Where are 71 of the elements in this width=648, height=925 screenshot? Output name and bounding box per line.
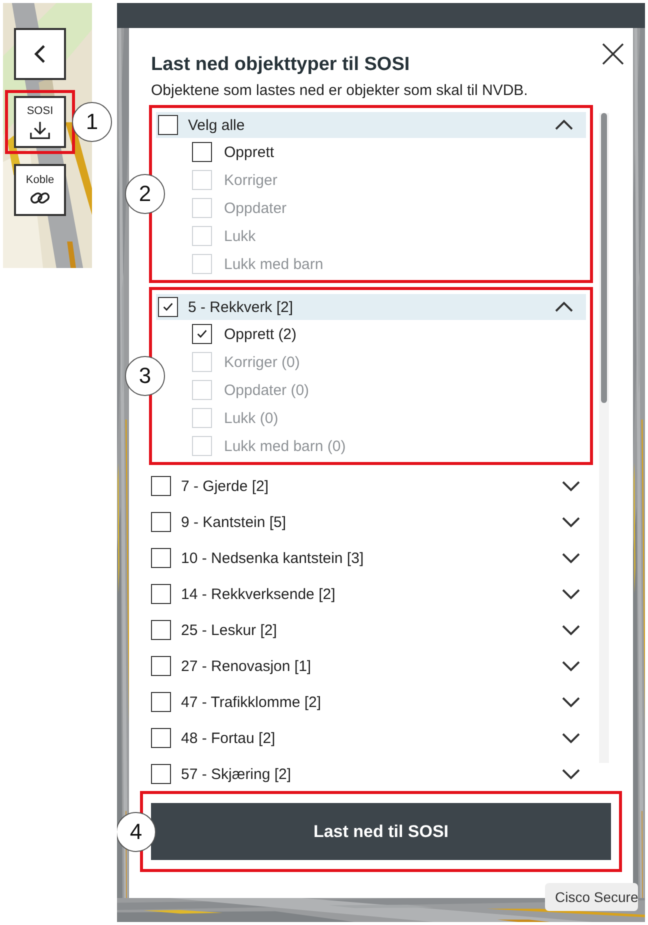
scrollbar[interactable] xyxy=(599,113,609,763)
row-label: 9 - Kantstein [5] xyxy=(181,514,288,530)
option-label: Opprett xyxy=(224,144,274,160)
tooltip: Cisco Secure xyxy=(545,883,638,911)
row-label: 7 - Gjerde [2] xyxy=(181,478,270,494)
option-label: Oppdater (0) xyxy=(224,382,310,398)
row-label: 5 - Rekkverk [2] xyxy=(188,298,294,316)
row-label: 10 - Nedsenka kantstein [3] xyxy=(181,550,365,566)
checkbox[interactable] xyxy=(192,324,212,344)
option-label: Oppdater xyxy=(224,200,287,216)
option-label: Lukk med barn xyxy=(224,256,324,272)
checkbox[interactable] xyxy=(151,476,171,496)
download-icon xyxy=(29,120,51,140)
option-label: Lukk med barn (0) xyxy=(224,438,346,454)
dialog-title: Last ned objekttyper til SOSI xyxy=(151,54,410,76)
chevron-up-icon[interactable] xyxy=(554,301,574,313)
chevron-down-icon[interactable] xyxy=(561,552,581,564)
annotation-number: 1 xyxy=(72,102,112,142)
row-label: 27 - Renovasjon [1] xyxy=(181,658,312,674)
list-row[interactable]: 5 - Rekkverk [2] xyxy=(156,294,586,320)
option-label: Lukk xyxy=(224,228,256,244)
chevron-down-icon[interactable] xyxy=(561,660,581,672)
chevron-down-icon[interactable] xyxy=(561,732,581,744)
list-row[interactable]: 47 - Trafikklomme [2] xyxy=(149,687,593,717)
chevron-down-icon[interactable] xyxy=(561,516,581,528)
option-label: Lukk (0) xyxy=(224,410,278,426)
link-button[interactable]: Koble xyxy=(14,164,66,216)
chevron-down-icon[interactable] xyxy=(561,696,581,708)
option-label: Opprett (2) xyxy=(224,326,297,342)
chevron-down-icon[interactable] xyxy=(561,768,581,780)
list-row[interactable]: Velg alle xyxy=(156,112,586,138)
list-row[interactable]: 7 - Gjerde [2] xyxy=(149,471,593,501)
chevron-left-icon xyxy=(32,44,48,64)
checkbox[interactable] xyxy=(192,142,212,162)
row-label: 25 - Leskur [2] xyxy=(181,622,278,638)
scrollbar-thumb[interactable] xyxy=(601,113,607,403)
list-row[interactable]: 14 - Rekkverksende [2] xyxy=(149,579,593,609)
checkbox[interactable] xyxy=(151,728,171,748)
row-label: 47 - Trafikklomme [2] xyxy=(181,694,322,710)
row-label: 57 - Skjæring [2] xyxy=(181,766,292,782)
row-label: 48 - Fortau [2] xyxy=(181,730,276,746)
back-button[interactable] xyxy=(14,28,66,80)
annotation-number: 3 xyxy=(125,356,165,396)
option-label: Korriger (0) xyxy=(224,354,300,370)
checkbox[interactable] xyxy=(151,656,171,676)
list-row[interactable]: 27 - Renovasjon [1] xyxy=(149,651,593,681)
annotation-number: 2 xyxy=(125,174,165,214)
checkbox[interactable] xyxy=(151,548,171,568)
checkbox[interactable] xyxy=(158,297,178,317)
list-row[interactable]: 57 - Skjæring [2] xyxy=(149,759,593,789)
chevron-down-icon[interactable] xyxy=(561,624,581,636)
list-row[interactable]: 10 - Nedsenka kantstein [3] xyxy=(149,543,593,573)
dialog-subtitle: Objektene som lastes ned er objekter som skal til NVDB. xyxy=(151,82,529,99)
list-row[interactable]: 48 - Fortau [2] xyxy=(149,723,593,753)
close-icon[interactable] xyxy=(601,42,625,66)
row-label: Velg alle xyxy=(188,116,246,134)
checkbox[interactable] xyxy=(151,620,171,640)
download-button[interactable]: SOSI xyxy=(14,96,66,148)
list-row[interactable]: 9 - Kantstein [5] xyxy=(149,507,593,537)
list-row[interactable]: 25 - Leskur [2] xyxy=(149,615,593,645)
checkbox[interactable] xyxy=(151,584,171,604)
chevron-up-icon[interactable] xyxy=(554,119,574,131)
chevron-down-icon[interactable] xyxy=(561,480,581,492)
row-label: 14 - Rekkverksende [2] xyxy=(181,586,336,602)
checkbox[interactable] xyxy=(158,115,178,135)
checkbox[interactable] xyxy=(151,692,171,712)
download-button[interactable]: Last ned til SOSI xyxy=(151,803,611,860)
chevron-down-icon[interactable] xyxy=(561,588,581,600)
option-label: Korriger xyxy=(224,172,278,188)
checkbox[interactable] xyxy=(151,512,171,532)
checkbox[interactable] xyxy=(151,764,171,784)
